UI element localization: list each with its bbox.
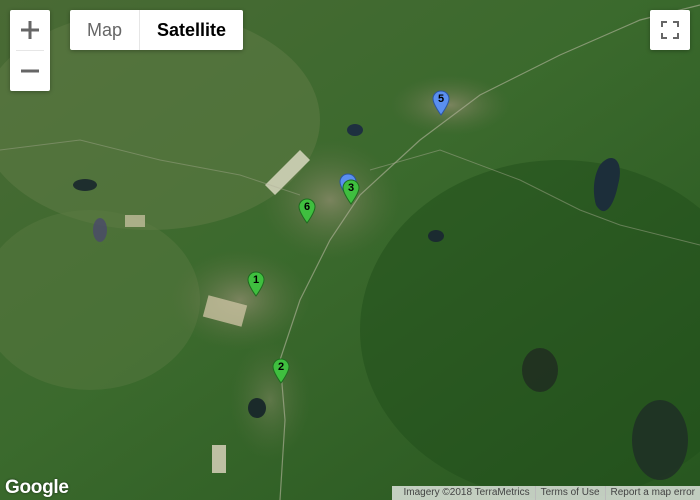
plus-icon — [21, 21, 39, 39]
map-type-control: Map Satellite — [70, 10, 244, 50]
imagery-attribution: Imagery ©2018 TerraMetrics — [403, 487, 530, 498]
map-type-map-button[interactable]: Map — [70, 10, 141, 50]
marker-label: 2 — [277, 361, 285, 373]
marker-label: 1 — [252, 274, 260, 286]
map-marker-3[interactable]: 3 — [342, 179, 360, 205]
marker-label: 3 — [347, 182, 355, 194]
report-map-error-link[interactable]: Report a map error — [604, 486, 700, 500]
zoom-out-button[interactable] — [10, 51, 50, 91]
map-type-satellite-button[interactable]: Satellite — [140, 10, 243, 50]
marker-label: 5 — [437, 93, 445, 105]
marker-label: 6 — [303, 201, 311, 213]
fullscreen-icon — [661, 21, 679, 39]
zoom-in-button[interactable] — [10, 10, 50, 50]
terms-of-use-link[interactable]: Terms of Use — [534, 486, 605, 500]
map-marker-6[interactable]: 6 — [298, 198, 316, 224]
attribution-bar: Imagery ©2018 TerraMetrics Terms of Use … — [392, 486, 700, 500]
map-canvas[interactable]: 1 2 3 5 6 Map Satellite Google Imagery ©… — [0, 0, 700, 500]
fullscreen-button[interactable] — [650, 10, 690, 50]
minus-icon — [21, 69, 39, 73]
google-logo[interactable]: Google — [5, 477, 69, 499]
satellite-imagery[interactable] — [0, 0, 700, 500]
map-marker-2[interactable]: 2 — [272, 358, 290, 384]
map-marker-5[interactable]: 5 — [432, 90, 450, 116]
zoom-control — [10, 10, 50, 91]
map-marker-1[interactable]: 1 — [247, 271, 265, 297]
